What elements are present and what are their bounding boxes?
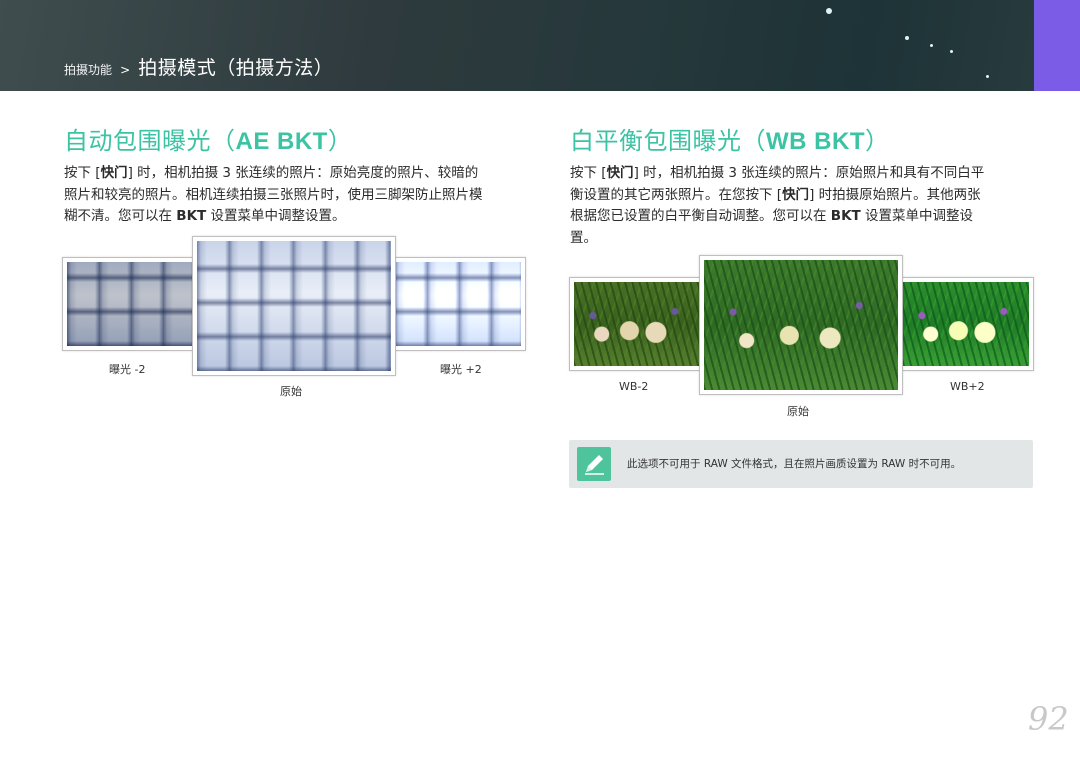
text-fragment: 糊不清。您可以在 [64, 208, 177, 224]
bkt-key-label: BKT [176, 208, 207, 224]
wb-original-caption: 原始 [787, 405, 809, 418]
banner-sparkle [986, 75, 989, 78]
plant-image-original [704, 260, 898, 390]
wb-original-photo [699, 255, 903, 395]
note-box: 此选项不可用于 RAW 文件格式，且在照片画质设置为 RAW 时不可用。 [569, 440, 1033, 488]
page-title: 拍摄模式（拍摄方法） [138, 57, 334, 79]
breadcrumb-separator: > [120, 63, 131, 77]
text-fragment: ] 时，相机拍摄 3 张连续的照片：原始亮度的照片、较暗的 [127, 165, 479, 181]
wb-bkt-heading-cn: 白平衡包围曝光（ [570, 127, 766, 155]
ae-bkt-heading-en: AE BKT [235, 128, 328, 155]
bkt-key-label: BKT [830, 208, 861, 224]
ae-minus2-photo [62, 257, 198, 351]
bales-image-bright [395, 262, 521, 346]
chapter-tab[interactable] [1034, 0, 1080, 91]
ae-original-photo [192, 236, 396, 376]
text-fragment: ] 时拍摄原始照片。其他两张 [809, 186, 981, 203]
text-fragment: 设置菜单中调整设置。 [206, 208, 346, 224]
wb-bkt-line-1: 按下 [快门] 时，相机拍摄 3 张连续的照片：原始照片和具有不同白平 [570, 163, 1040, 185]
ae-bkt-heading: 自动包围曝光（AE BKT） [64, 121, 352, 156]
wb-bkt-heading-close: ） [864, 127, 890, 155]
ae-minus2-caption: 曝光 -2 [109, 363, 146, 376]
shutter-key-label: 快门 [100, 165, 128, 181]
plant-image-cool [574, 282, 700, 366]
shutter-key-label: 快门 [782, 186, 810, 203]
banner-sparkle [950, 50, 953, 53]
text-fragment: 根据您已设置的白平衡自动调整。您可以在 [570, 208, 831, 224]
text-fragment: 按下 [ [570, 165, 607, 181]
ae-bkt-line-2: 照片和较亮的照片。相机连续拍摄三张照片时，使用三脚架防止照片模 [64, 186, 483, 203]
ae-bkt-description: 按下 [快门] 时，相机拍摄 3 张连续的照片：原始亮度的照片、较暗的 照片和较… [64, 163, 534, 228]
banner-sparkle [930, 44, 933, 47]
wb-bkt-heading-en: WB BKT [766, 128, 865, 155]
wb-bkt-description: 按下 [快门] 时，相机拍摄 3 张连续的照片：原始照片和具有不同白平 衡设置的… [570, 163, 1040, 249]
banner-sparkle [905, 36, 909, 40]
text-fragment: 设置菜单中调整设 [860, 208, 974, 224]
ae-plus2-caption: 曝光 +2 [440, 363, 482, 376]
breadcrumb-parent[interactable]: 拍摄功能 [64, 63, 112, 77]
text-fragment: 按下 [ [64, 165, 101, 181]
banner-sparkle [826, 8, 832, 14]
page-number: 92 [1028, 700, 1069, 738]
text-fragment: ] 时，相机拍摄 3 张连续的照片：原始照片和具有不同白平 [633, 165, 985, 181]
ae-plus2-photo [390, 257, 526, 351]
wb-plus2-caption: WB+2 [950, 380, 985, 393]
wb-bkt-heading: 白平衡包围曝光（WB BKT） [570, 121, 889, 156]
ae-bkt-heading-close: ） [327, 127, 353, 155]
ae-original-caption: 原始 [280, 385, 302, 398]
wb-bkt-line-4: 置。 [570, 229, 597, 246]
header-banner: 拍摄功能 > 拍摄模式（拍摄方法） [0, 0, 1080, 91]
shutter-key-label: 快门 [606, 165, 634, 181]
breadcrumb: 拍摄功能 > 拍摄模式（拍摄方法） [64, 53, 333, 80]
ae-bkt-line-3: 糊不清。您可以在 BKT 设置菜单中调整设置。 [64, 206, 534, 228]
wb-minus2-photo [569, 277, 705, 371]
ae-bkt-line-1: 按下 [快门] 时，相机拍摄 3 张连续的照片：原始亮度的照片、较暗的 [64, 163, 534, 185]
bales-image-original [197, 241, 391, 371]
wb-plus2-photo [898, 277, 1034, 371]
bales-image-dark [67, 262, 193, 346]
wb-bkt-line-2: 衡设置的其它两张照片。在您按下 [快门] 时拍摄原始照片。其他两张 [570, 185, 1040, 207]
ae-bkt-heading-cn: 自动包围曝光（ [64, 127, 236, 155]
note-text: 此选项不可用于 RAW 文件格式，且在照片画质设置为 RAW 时不可用。 [627, 458, 962, 470]
wb-minus2-caption: WB-2 [619, 380, 649, 393]
note-pencil-icon [577, 447, 611, 481]
wb-bkt-line-3: 根据您已设置的白平衡自动调整。您可以在 BKT 设置菜单中调整设 [570, 206, 1040, 228]
text-fragment: 衡设置的其它两张照片。在您按下 [ [570, 186, 783, 203]
plant-image-warm [903, 282, 1029, 366]
banner-decoration [504, 0, 1080, 91]
